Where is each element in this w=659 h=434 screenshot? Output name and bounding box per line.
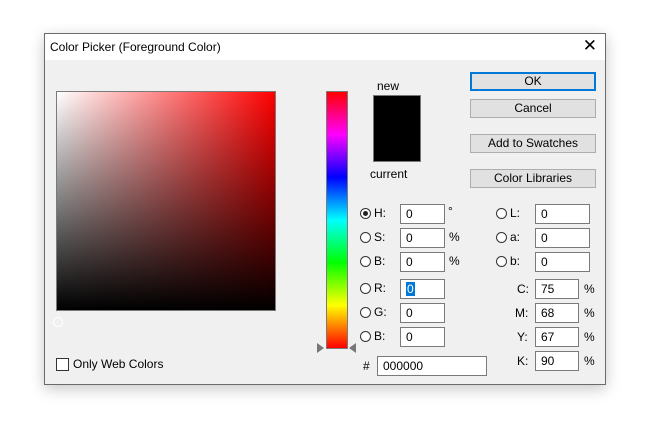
hue-slider-left-handle-icon[interactable] bbox=[317, 343, 324, 353]
lab-l-radio[interactable] bbox=[496, 208, 507, 219]
saturation-unit: % bbox=[449, 230, 460, 244]
red-input[interactable]: 0 bbox=[400, 279, 445, 299]
saturation-label: S: bbox=[374, 230, 386, 244]
lab-a-input[interactable]: 0 bbox=[535, 228, 590, 248]
black-unit: % bbox=[584, 354, 595, 368]
close-icon[interactable]: ✕ bbox=[583, 36, 597, 56]
green-radio[interactable] bbox=[360, 307, 371, 318]
ok-button[interactable]: OK bbox=[470, 72, 596, 91]
saturation-radio[interactable] bbox=[360, 232, 371, 243]
magenta-label: M: bbox=[515, 306, 529, 320]
magenta-input[interactable]: 68 bbox=[535, 303, 579, 323]
hex-label: # bbox=[363, 359, 370, 373]
lab-b-input[interactable]: 0 bbox=[535, 252, 590, 272]
color-preview bbox=[373, 95, 421, 162]
saturation-input[interactable]: 0 bbox=[400, 228, 445, 248]
hex-input[interactable]: 000000 bbox=[377, 356, 487, 376]
new-label: new bbox=[377, 79, 400, 93]
yellow-unit: % bbox=[584, 330, 595, 344]
only-web-colors-label: Only Web Colors bbox=[73, 357, 164, 371]
only-web-colors-checkbox[interactable] bbox=[56, 357, 69, 371]
blue-radio[interactable] bbox=[360, 331, 371, 342]
yellow-input[interactable]: 67 bbox=[535, 327, 579, 347]
new-color-swatch bbox=[374, 96, 420, 129]
lab-l-label: L: bbox=[510, 206, 521, 220]
blue-input[interactable]: 0 bbox=[400, 327, 445, 347]
lab-l-input[interactable]: 0 bbox=[535, 204, 590, 224]
hue-slider-right-handle-icon[interactable] bbox=[349, 343, 356, 353]
cyan-unit: % bbox=[584, 282, 595, 296]
lab-b-label: b: bbox=[510, 254, 521, 268]
brightness-radio[interactable] bbox=[360, 256, 371, 267]
red-label: R: bbox=[374, 281, 386, 295]
current-label: current bbox=[370, 167, 408, 181]
red-radio[interactable] bbox=[360, 283, 371, 294]
hue-radio[interactable] bbox=[360, 208, 371, 219]
color-picker-dialog: Color Picker (Foreground Color) ✕ Only W… bbox=[44, 33, 606, 385]
lab-a-label: a: bbox=[510, 230, 521, 244]
add-to-swatches-button[interactable]: Add to Swatches bbox=[470, 134, 596, 153]
color-libraries-button[interactable]: Color Libraries bbox=[470, 169, 596, 188]
cyan-input[interactable]: 75 bbox=[535, 279, 579, 299]
color-field-shade-layer bbox=[57, 92, 275, 310]
yellow-label: Y: bbox=[517, 330, 528, 344]
blue-label: B: bbox=[374, 329, 386, 343]
cyan-label: C: bbox=[517, 282, 529, 296]
black-label: K: bbox=[517, 354, 529, 368]
green-label: G: bbox=[374, 305, 387, 319]
brightness-unit: % bbox=[449, 254, 460, 268]
hue-label: H: bbox=[374, 206, 386, 220]
color-field-marker[interactable] bbox=[53, 317, 63, 327]
brightness-input[interactable]: 0 bbox=[400, 252, 445, 272]
hue-input[interactable]: 0 bbox=[400, 204, 445, 224]
title-bar[interactable]: Color Picker (Foreground Color) ✕ bbox=[45, 34, 605, 60]
color-field[interactable] bbox=[56, 91, 276, 311]
window-title: Color Picker (Foreground Color) bbox=[50, 40, 221, 54]
cancel-button[interactable]: Cancel bbox=[470, 99, 596, 118]
hue-unit: ° bbox=[448, 204, 453, 218]
current-color-swatch[interactable] bbox=[374, 128, 420, 161]
magenta-unit: % bbox=[584, 306, 595, 320]
only-web-colors-option[interactable]: Only Web Colors bbox=[56, 357, 163, 371]
lab-a-radio[interactable] bbox=[496, 232, 507, 243]
green-input[interactable]: 0 bbox=[400, 303, 445, 323]
red-value: 0 bbox=[406, 282, 415, 296]
brightness-label: B: bbox=[374, 254, 386, 268]
hue-slider[interactable] bbox=[326, 91, 348, 349]
lab-b-radio[interactable] bbox=[496, 256, 507, 267]
black-input[interactable]: 90 bbox=[535, 351, 579, 371]
